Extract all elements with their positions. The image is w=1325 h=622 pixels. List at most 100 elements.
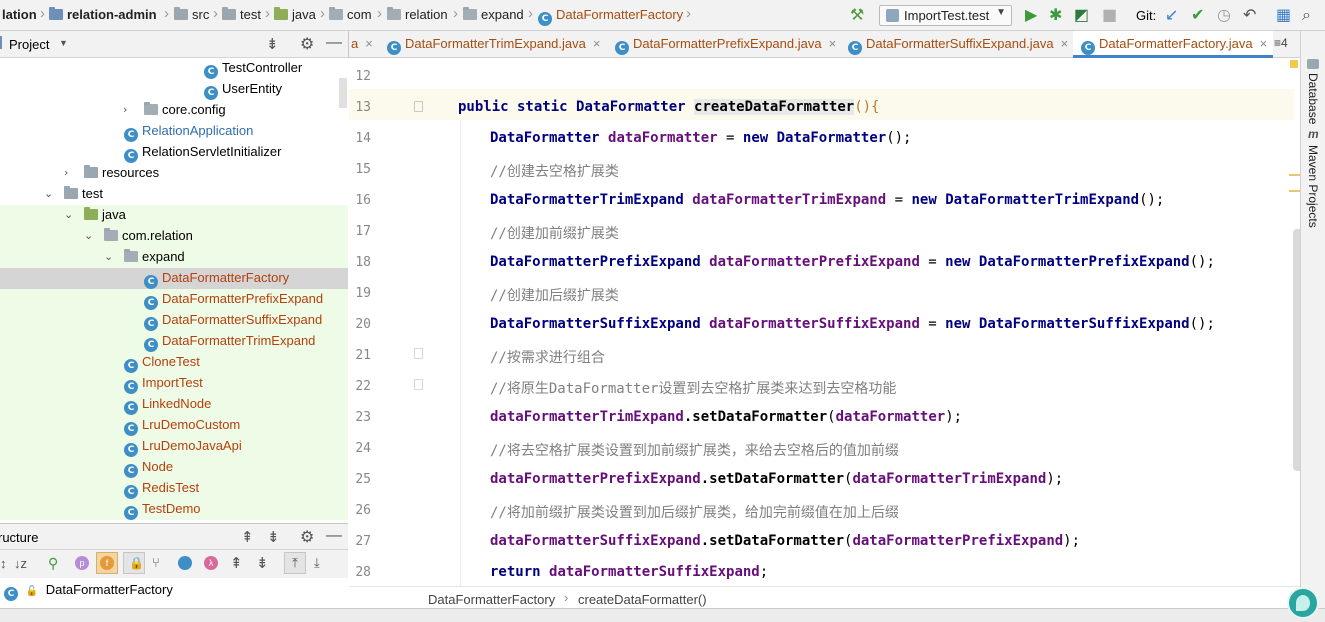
tree-item-node[interactable]: C Node [0, 457, 348, 478]
tree-item-expand[interactable]: ⌄ expand [0, 247, 348, 268]
build-hammer-icon[interactable]: ⚒ [850, 6, 864, 24]
expand-all-icon[interactable]: ⇞ [241, 528, 254, 546]
close-icon[interactable]: × [1061, 36, 1069, 51]
code-comment[interactable]: //按需求进行组合 [490, 347, 605, 367]
tab-dataformatterfactory[interactable]: C DataFormatterFactory.java × [1073, 31, 1274, 58]
anonymous-classes-icon[interactable] [178, 556, 192, 570]
chevron-down-icon[interactable]: ⌄ [64, 205, 73, 225]
search-icon[interactable]: ⌕ [1302, 6, 1311, 24]
tab-dataformattersuffixexpand[interactable]: C DataFormatterSuffixExpand.java × [848, 31, 1068, 58]
code-line[interactable]: DataFormatterTrimExpand dataFormatterTri… [490, 192, 1164, 208]
code-line[interactable]: dataFormatterSuffixExpand.setDataFormatt… [490, 533, 1080, 549]
show-non-public-toggle[interactable]: 🔒 [123, 552, 145, 574]
show-inherited-icon[interactable]: ⚲ [48, 555, 58, 572]
tree-item-userentity[interactable]: C UserEntity [0, 79, 348, 100]
breadcrumb-module[interactable]: relation-admin [49, 7, 157, 22]
tree-item-relationapplication[interactable]: C RelationApplication [0, 121, 348, 142]
chevron-down-icon[interactable]: ⌄ [84, 226, 93, 246]
history-icon[interactable]: ◷ [1217, 6, 1231, 24]
tab-dataformattertrimexpand[interactable]: C DataFormatterTrimExpand.java × [387, 31, 600, 58]
tab-dataformatterprefixexpand[interactable]: C DataFormatterPrefixExpand.java × [615, 31, 836, 58]
hide-panel-icon[interactable]: — [326, 34, 342, 52]
tree-item-com-relation[interactable]: ⌄ com.relation [0, 226, 348, 247]
close-icon[interactable]: × [593, 36, 601, 51]
debug-icon[interactable]: ✱ [1049, 6, 1062, 24]
close-icon[interactable]: × [1260, 36, 1268, 51]
breadcrumb-expand[interactable]: expand [463, 7, 524, 22]
gear-icon[interactable]: ⚙ [300, 34, 314, 54]
fold-marker-icon[interactable] [414, 348, 423, 359]
run-configuration-select[interactable]: ImportTest.test ▼ [879, 5, 1012, 26]
code-comment[interactable]: //将原生DataFormatter设置到去空格扩展类来达到去空格功能 [490, 378, 896, 398]
code-comment[interactable]: //创建加前缀扩展类 [490, 223, 619, 243]
tab-overflow-button[interactable]: ≡4 [1274, 36, 1288, 50]
code-comment[interactable]: //创建加后缀扩展类 [490, 285, 619, 305]
tree-item-dataformatterprefixexpand[interactable]: C DataFormatterPrefixExpand [0, 289, 348, 310]
collapse-all-icon[interactable]: ⇟ [267, 528, 280, 546]
project-view-title[interactable]: Project [9, 37, 49, 52]
tree-item-importtest[interactable]: C ImportTest [0, 373, 348, 394]
assistant-logo-icon[interactable] [1287, 587, 1319, 619]
autoscroll-to-source-toggle[interactable]: ⤒ [284, 552, 306, 574]
tree-item-clonetest[interactable]: C CloneTest [0, 352, 348, 373]
chevron-down-icon[interactable]: ▼ [59, 38, 68, 48]
tree-item-testcontroller[interactable]: C TestController [0, 58, 348, 79]
code-line[interactable]: DataFormatterSuffixExpand dataFormatterS… [490, 316, 1215, 332]
maven-projects-tool-button[interactable]: Maven Projects [1306, 145, 1320, 228]
breadcrumb-relation[interactable]: relation [387, 7, 448, 22]
breadcrumb-src[interactable]: src [174, 7, 209, 22]
tree-item-test[interactable]: ⌄ test [0, 184, 348, 205]
tree-item-dataformattertrimexpand[interactable]: C DataFormatterTrimExpand [0, 331, 348, 352]
code-comment[interactable]: //将加前缀扩展类设置到加后缀扩展类，给加完前缀值在加上后缀 [490, 502, 899, 522]
git-update-icon[interactable]: ↙ [1165, 6, 1178, 24]
coverage-icon[interactable]: ◩ [1074, 6, 1089, 24]
project-structure-icon[interactable]: ▦ [1276, 6, 1291, 24]
lambda-icon[interactable]: λ [204, 556, 218, 570]
tree-item-linkednode[interactable]: C LinkedNode [0, 394, 348, 415]
chevron-right-icon[interactable]: › [123, 100, 127, 120]
breadcrumb-test[interactable]: test [222, 7, 261, 22]
tab-overflow-left[interactable]: a × [351, 31, 373, 58]
code-comment[interactable]: //创建去空格扩展类 [490, 161, 619, 181]
show-fields-toggle[interactable]: f [96, 552, 118, 574]
code-line[interactable]: dataFormatterPrefixExpand.setDataFormatt… [490, 471, 1063, 487]
code-comment[interactable]: //将去空格扩展类设置到加前缀扩展类，来给去空格后的值加前缀 [490, 440, 899, 460]
show-lambdas-icon[interactable]: ⑂ [152, 555, 160, 570]
code-line[interactable]: dataFormatterTrimExpand.setDataFormatter… [490, 409, 962, 425]
expand-all-icon[interactable]: ⇞ [230, 554, 243, 572]
autoscroll-from-source-icon[interactable]: ⤓ [314, 555, 320, 571]
revert-icon[interactable]: ↶ [1243, 6, 1256, 24]
collapse-all-icon[interactable]: ⇟ [256, 554, 269, 572]
stop-icon[interactable]: ■ [1102, 6, 1117, 24]
tree-item-lrudemocustom[interactable]: C LruDemoCustom [0, 415, 348, 436]
structure-root-item[interactable]: C 🔓 DataFormatterFactory [4, 582, 173, 601]
code-breadcrumb-method[interactable]: createDataFormatter() [578, 592, 707, 607]
code-line[interactable]: DataFormatter dataFormatter = new DataFo… [490, 130, 911, 146]
tree-item-testdemo[interactable]: C TestDemo [0, 499, 348, 520]
tree-item-dataformatterfactory[interactable]: C DataFormatterFactory [0, 268, 348, 289]
git-commit-icon[interactable]: ✔ [1191, 6, 1204, 24]
breadcrumb-com[interactable]: com [329, 7, 372, 22]
breadcrumb-class[interactable]: C DataFormatterFactory [538, 7, 683, 26]
sort-visibility-icon[interactable]: ↕ [0, 556, 7, 571]
breadcrumb-project[interactable]: lation [2, 7, 37, 22]
tree-item-lrudemojavaapi[interactable]: C LruDemoJavaApi [0, 436, 348, 457]
show-properties-icon[interactable]: p [75, 556, 89, 570]
chevron-right-icon[interactable]: › [64, 163, 68, 183]
code-line[interactable]: public static DataFormatter createDataFo… [458, 99, 879, 115]
tree-item-java[interactable]: ⌄ java [0, 205, 348, 226]
chevron-down-icon[interactable]: ⌄ [44, 184, 53, 204]
fold-marker-icon[interactable] [414, 101, 423, 112]
tree-item-redistest[interactable]: C RedisTest [0, 478, 348, 499]
warning-marker-icon[interactable] [1290, 60, 1298, 68]
close-icon[interactable]: × [829, 36, 837, 51]
breadcrumb-java[interactable]: java [274, 7, 316, 22]
tree-scrollbar[interactable] [339, 78, 347, 108]
database-tool-button[interactable]: Database [1306, 73, 1320, 124]
tree-item-resources[interactable]: › resources [0, 163, 348, 184]
hide-panel-icon[interactable]: — [326, 527, 342, 545]
fold-marker-icon[interactable] [414, 379, 423, 390]
close-icon[interactable]: × [365, 36, 373, 51]
code-line[interactable]: return dataFormatterSuffixExpand; [490, 564, 768, 580]
tree-item-core-config[interactable]: › core.config [0, 100, 348, 121]
